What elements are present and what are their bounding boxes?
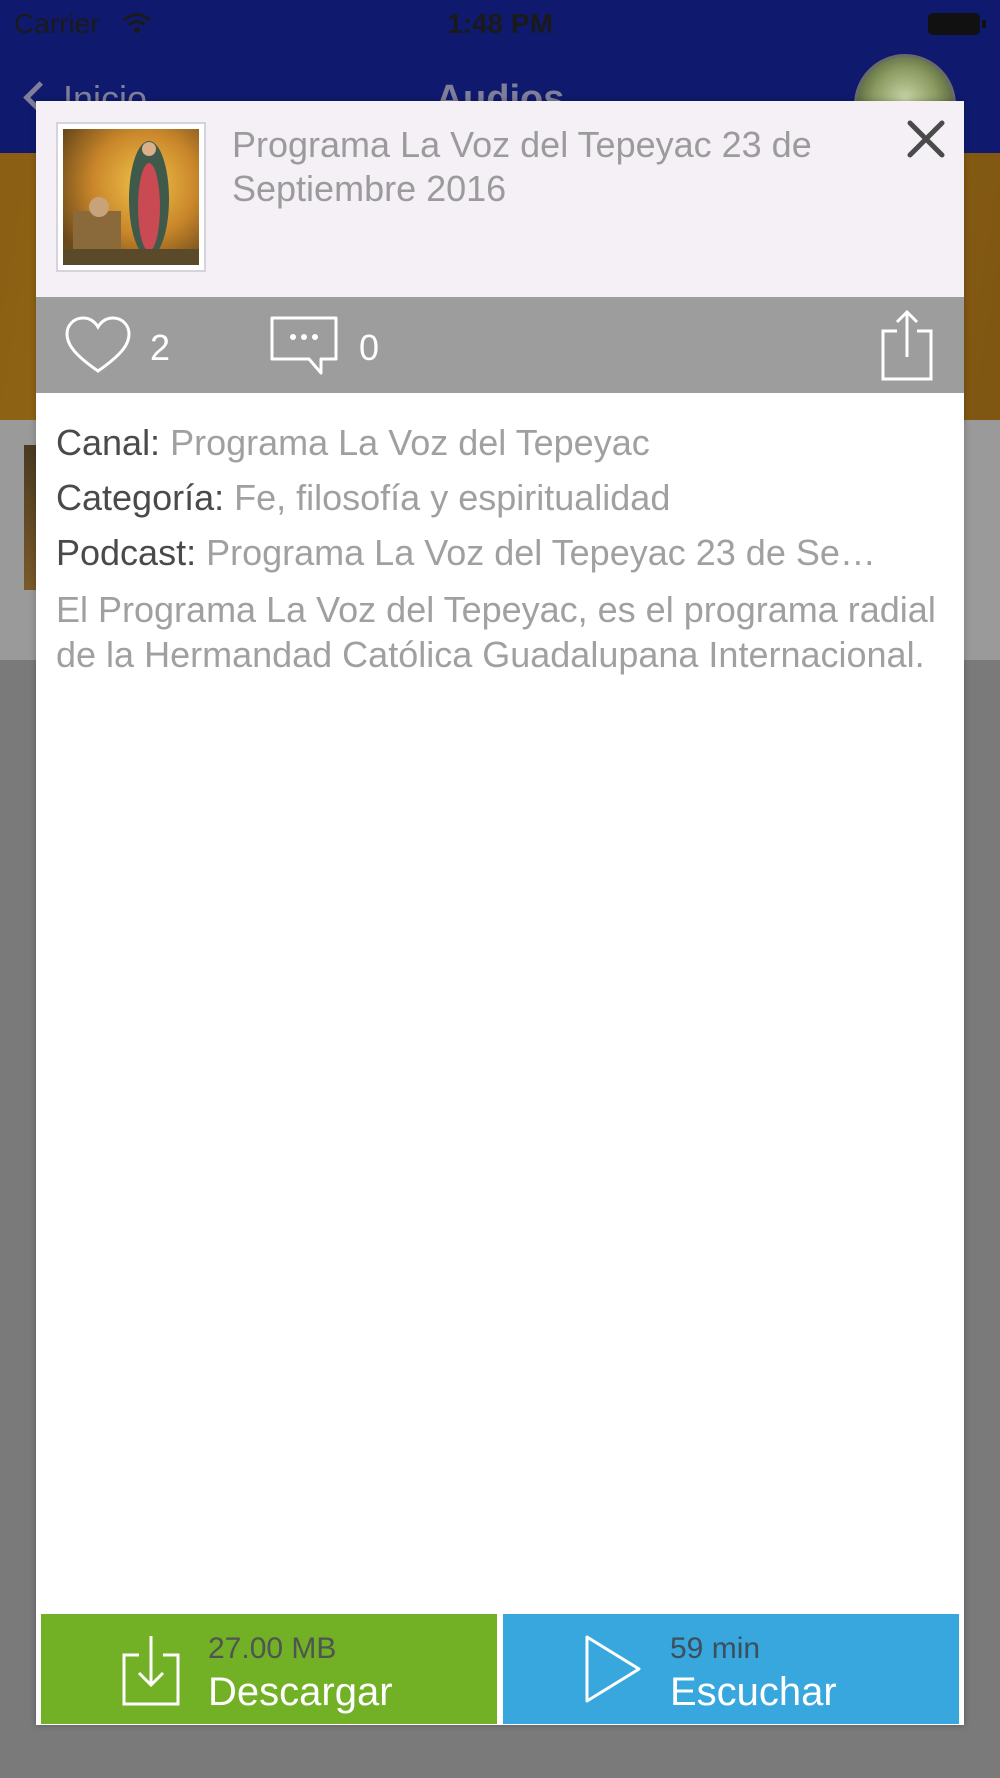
share-icon[interactable] <box>880 309 934 381</box>
download-button[interactable]: 27.00 MB Descargar <box>41 1614 497 1724</box>
listen-button[interactable]: 59 min Escuchar <box>503 1614 959 1724</box>
podcast-value: Programa La Voz del Tepeyac 23 de Se… <box>206 532 876 573</box>
like-count: 2 <box>150 327 171 368</box>
comment-button[interactable]: 0 <box>269 315 409 377</box>
podcast-cover <box>56 122 206 272</box>
status-bar: Carrier 1:48 PM <box>0 0 1000 50</box>
podcast-label: Podcast: <box>56 532 197 573</box>
category-label: Categoría: <box>56 477 225 518</box>
channel-value[interactable]: Programa La Voz del Tepeyac <box>170 422 650 463</box>
like-button[interactable]: 2 <box>64 315 204 377</box>
meta-podcast: Podcast: Programa La Voz del Tepeyac 23 … <box>56 525 944 580</box>
listen-label: Escuchar <box>670 1670 837 1714</box>
cover-artwork <box>63 129 199 265</box>
channel-label: Canal: <box>56 422 161 463</box>
comment-count: 0 <box>359 327 380 368</box>
download-size: 27.00 MB <box>208 1632 337 1665</box>
download-icon <box>122 1636 180 1706</box>
modal-header: Programa La Voz del Tepeyac 23 de Septie… <box>36 101 964 297</box>
battery-icon <box>928 13 986 35</box>
podcast-title: Programa La Voz del Tepeyac 23 de Septie… <box>232 124 812 209</box>
podcast-meta: Canal: Programa La Voz del Tepeyac Categ… <box>56 415 944 580</box>
play-icon <box>585 1635 641 1703</box>
close-icon[interactable] <box>904 117 948 161</box>
heart-icon <box>65 316 131 373</box>
podcast-description: El Programa La Voz del Tepeyac, es el pr… <box>56 589 936 675</box>
meta-category: Categoría: Fe, filosofía y espiritualida… <box>56 470 944 525</box>
category-value[interactable]: Fe, filosofía y espiritualidad <box>234 477 670 518</box>
status-time: 1:48 PM <box>447 8 553 39</box>
podcast-detail-modal: Programa La Voz del Tepeyac 23 de Septie… <box>36 101 964 1725</box>
action-bar: 2 0 <box>36 297 964 393</box>
meta-channel: Canal: Programa La Voz del Tepeyac <box>56 415 944 470</box>
download-label: Descargar <box>208 1670 393 1714</box>
comment-icon <box>270 316 338 375</box>
listen-duration: 59 min <box>670 1632 761 1665</box>
